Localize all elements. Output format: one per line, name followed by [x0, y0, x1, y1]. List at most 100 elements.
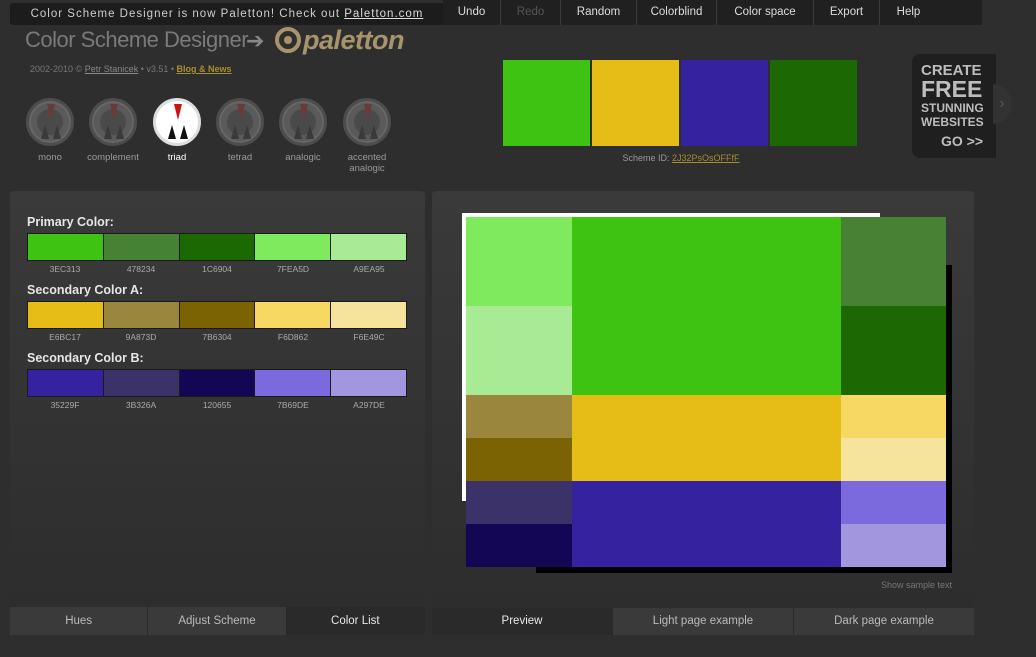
colorblind-button[interactable]: Colorblind	[637, 0, 717, 25]
color-hex-code: A297DE	[353, 400, 385, 410]
color-hex-code: F6E49C	[353, 332, 385, 342]
color-swatch[interactable]	[331, 302, 406, 328]
scheme-type-tetrad[interactable]: tetrad	[208, 98, 272, 163]
scheme-preview	[503, 60, 857, 146]
preview-color-block	[466, 481, 572, 524]
undo-button[interactable]: Undo	[443, 0, 501, 25]
secondary-a-title: Secondary Color A:	[27, 283, 144, 297]
color-hex-code: 7B69DE	[277, 400, 309, 410]
blog-news-link[interactable]: Blog & News	[177, 64, 232, 74]
secondary-b-title: Secondary Color B:	[27, 351, 144, 365]
tab-preview[interactable]: Preview	[432, 608, 613, 635]
preview-color-block	[841, 524, 946, 567]
paletton-logo-icon	[275, 27, 301, 53]
secondary-a-codes: E6BC17 9A873D 7B6304 F6D862 F6E49C	[27, 329, 407, 342]
color-swatch[interactable]	[28, 302, 104, 328]
tab-adjust-scheme[interactable]: Adjust Scheme	[148, 607, 287, 635]
color-swatch[interactable]	[179, 234, 256, 260]
color-swatch[interactable]	[103, 302, 180, 328]
color-hex-code: 1C6904	[202, 264, 232, 274]
color-hex-code: 478234	[126, 264, 156, 274]
scheme-color-square[interactable]	[503, 60, 590, 146]
paletton-link[interactable]: Paletton.com	[344, 8, 423, 20]
color-swatch[interactable]	[255, 302, 332, 328]
ad-line-websites: WEBSITES	[921, 115, 984, 129]
secondary-a-swatches	[27, 301, 407, 329]
color-wheel-icon	[26, 98, 74, 146]
color-space-button[interactable]: Color space	[717, 0, 814, 25]
scheme-type-accented-analogic[interactable]: accented analogic	[335, 98, 399, 174]
tab-hues[interactable]: Hues	[10, 607, 149, 635]
tab-dark-page-example[interactable]: Dark page example	[794, 608, 974, 635]
color-wheel-icon	[279, 98, 327, 146]
secondary-b-swatches	[27, 369, 407, 397]
redo-button[interactable]: Redo	[501, 0, 561, 25]
scheme-type-selector: mono complement triad tetrad analogic accente…	[26, 98, 422, 178]
random-button[interactable]: Random	[561, 0, 637, 25]
ad-go-button[interactable]: GO >>	[941, 133, 996, 149]
color-hex-code: 7B6304	[202, 332, 232, 342]
color-swatch[interactable]	[28, 234, 104, 260]
create-free-websites-ad[interactable]: CREATE FREE STUNNING WEBSITES GO >>	[912, 54, 996, 158]
color-hex-code: 35229F	[50, 400, 80, 410]
scheme-type-complement[interactable]: complement	[81, 98, 145, 163]
scheme-type-triad[interactable]: triad	[145, 98, 209, 163]
tab-light-page-example[interactable]: Light page example	[613, 608, 794, 635]
ad-line-free: FREE	[921, 76, 983, 102]
color-swatch[interactable]	[103, 370, 180, 396]
scheme-type-mono[interactable]: mono	[18, 98, 82, 163]
preview-color-block	[572, 481, 841, 567]
scheme-id-label: Scheme ID:	[622, 153, 672, 163]
preview-color-block	[466, 395, 572, 438]
help-button[interactable]: Help	[880, 0, 937, 25]
color-swatch[interactable]	[179, 302, 256, 328]
primary-color-group: Primary Color: 3EC313 478234 1C6904 7FEA5D A…	[27, 215, 407, 274]
chevron-right-icon[interactable]: ›	[993, 84, 1011, 124]
arrow-right-icon: ➔	[246, 28, 265, 53]
scheme-color-square[interactable]	[592, 60, 679, 146]
color-wheel-icon	[343, 98, 391, 146]
preview-panel: Show sample text Preview Light page exam…	[432, 191, 974, 635]
paletton-logo[interactable]: paletton	[275, 24, 405, 56]
color-hex-code: 3B326A	[125, 400, 157, 410]
show-sample-text-link[interactable]: Show sample text	[881, 580, 952, 590]
color-swatch[interactable]	[331, 234, 406, 260]
scheme-type-label: accented analogic	[347, 152, 387, 174]
left-tabs: Hues Adjust Scheme Color List	[10, 607, 425, 635]
preview-color-block	[466, 438, 572, 481]
color-swatch[interactable]	[103, 234, 180, 260]
color-swatch[interactable]	[255, 234, 332, 260]
color-swatch[interactable]	[255, 370, 332, 396]
preview-color-block	[841, 438, 946, 481]
app-title: Color Scheme Designer	[25, 27, 249, 52]
scheme-type-label: mono	[38, 152, 62, 163]
paletton-logo-text: paletton	[303, 24, 405, 55]
preview-color-grid	[466, 217, 946, 567]
color-hex-code: F6D862	[277, 332, 309, 342]
color-swatch[interactable]	[179, 370, 256, 396]
scheme-id: Scheme ID: 2J32PsOsOFFfF	[504, 153, 858, 163]
preview-color-block	[841, 395, 946, 438]
preview-color-block	[466, 217, 572, 306]
credits-year: 2002-2010 ©	[30, 64, 85, 74]
scheme-color-square[interactable]	[770, 60, 857, 146]
paletton-announcement: Color Scheme Designer is now Paletton! C…	[10, 3, 444, 25]
preview-color-block	[841, 306, 946, 395]
announcement-text: Color Scheme Designer is now Paletton! C…	[30, 8, 345, 20]
tab-color-list[interactable]: Color List	[286, 607, 425, 635]
color-hex-code: A9EA95	[353, 264, 385, 274]
color-swatch[interactable]	[331, 370, 406, 396]
export-button[interactable]: Export	[814, 0, 880, 25]
primary-color-title: Primary Color:	[27, 215, 114, 229]
author-link[interactable]: Petr Stanicek	[85, 64, 139, 74]
secondary-b-codes: 35229F 3B326A 120655 7B69DE A297DE	[27, 397, 407, 410]
preview-tabs: Preview Light page example Dark page exa…	[432, 608, 974, 635]
color-swatch[interactable]	[28, 370, 104, 396]
scheme-type-analogic[interactable]: analogic	[271, 98, 335, 163]
primary-swatches	[27, 233, 407, 261]
scheme-id-link[interactable]: 2J32PsOsOFFfF	[672, 153, 740, 163]
preview-color-block	[466, 306, 572, 395]
scheme-type-label: tetrad	[227, 152, 253, 163]
scheme-color-square[interactable]	[681, 60, 768, 146]
scheme-type-label: analogic	[285, 152, 321, 163]
